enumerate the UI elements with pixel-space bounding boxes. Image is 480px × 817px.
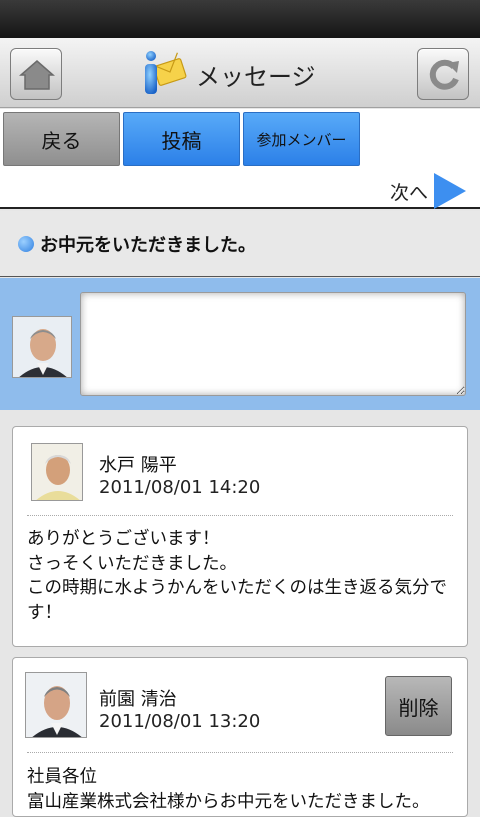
- home-button[interactable]: [10, 48, 62, 100]
- action-toolbar: 戻る 投稿 参加メンバー 次へ: [0, 109, 480, 209]
- arrow-right-icon: [434, 173, 466, 209]
- page-title-text: メッセージ: [196, 62, 316, 91]
- composer: [0, 278, 480, 410]
- members-button[interactable]: 参加メンバー: [243, 112, 360, 166]
- topic-header: お中元をいただきました。: [0, 211, 480, 277]
- delete-button[interactable]: 削除: [385, 676, 452, 736]
- avatar: [12, 316, 72, 378]
- message-card: 前園 清治 2011/08/01 13:20 削除 社員各位 富山産業株式会社様…: [12, 657, 468, 817]
- home-icon: [19, 60, 55, 90]
- message-input[interactable]: [80, 292, 466, 396]
- avatar: [25, 672, 87, 738]
- post-button[interactable]: 投稿: [123, 112, 240, 166]
- back-button[interactable]: 戻る: [3, 112, 120, 166]
- reload-icon: [429, 59, 459, 90]
- status-bar: [0, 0, 480, 38]
- message-body: ありがとうございます！ さっそくいただきました。 この時期に水ようかんをいただく…: [27, 529, 447, 623]
- author-name: 前園 清治: [99, 689, 177, 710]
- divider: [27, 752, 453, 753]
- author-name: 水戸 陽平: [99, 455, 177, 476]
- avatar: [31, 443, 83, 501]
- next-label: 次へ: [389, 181, 428, 204]
- next-button[interactable]: 次へ: [390, 171, 468, 211]
- post-time: 2011/08/01 13:20: [99, 711, 261, 732]
- post-time: 2011/08/01 14:20: [99, 477, 261, 498]
- message-info-icon: [145, 51, 187, 94]
- page-title: メッセージ: [138, 48, 316, 100]
- title-bar: メッセージ: [0, 38, 480, 108]
- message-body: 社員各位 富山産業株式会社様からお中元をいただきました。: [27, 767, 430, 812]
- topic-title: お中元をいただきました。: [40, 234, 256, 256]
- message-card: 水戸 陽平 2011/08/01 14:20 ありがとうございます！ さっそくい…: [12, 426, 468, 647]
- reload-button[interactable]: [417, 48, 469, 100]
- bullet-icon: [18, 235, 34, 252]
- divider: [27, 515, 453, 516]
